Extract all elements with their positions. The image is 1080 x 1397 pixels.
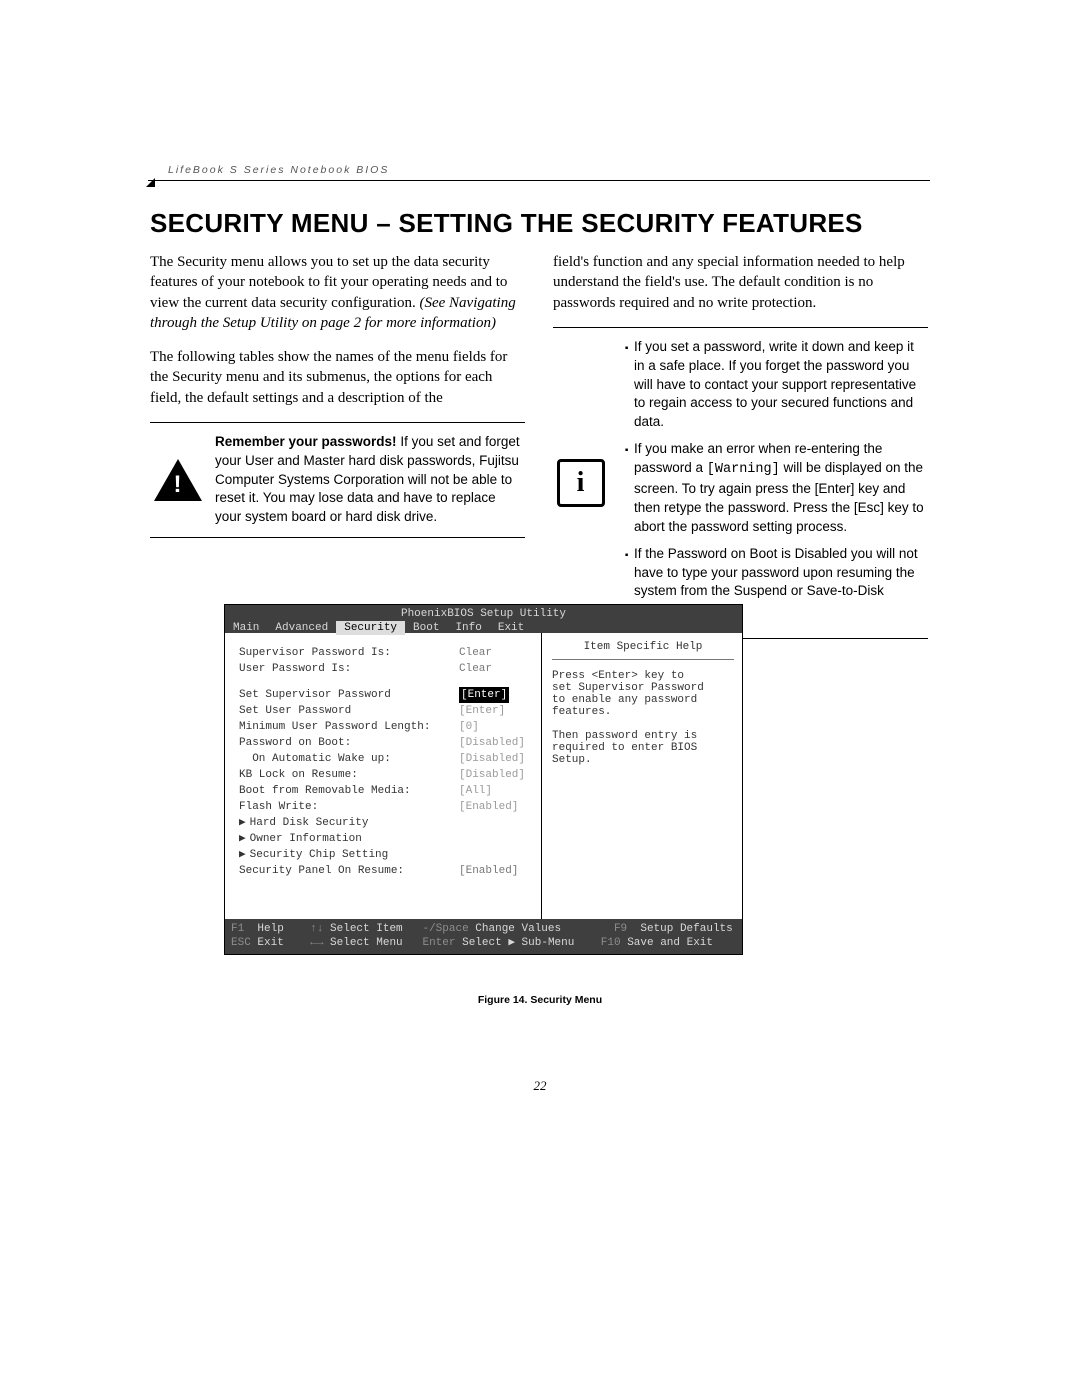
bios-row-label: Flash Write: — [239, 799, 459, 815]
bios-row-value: Clear — [459, 645, 492, 661]
bios-row-label: ▶Hard Disk Security — [239, 815, 459, 831]
bios-row-value: [Disabled] — [459, 767, 525, 783]
bios-row-label: Minimum User Password Length: — [239, 719, 459, 735]
bios-row-label: User Password Is: — [239, 661, 459, 677]
f-f9: F9 Setup Defaults — [614, 922, 733, 936]
bios-row: Flash Write:[Enabled] — [239, 799, 531, 815]
bios-row: Set User Password[Enter] — [239, 703, 531, 719]
f-select-item: ↑↓ Select Item — [310, 922, 422, 936]
bios-title: PhoenixBIOS Setup Utility — [225, 605, 742, 621]
bios-row-label: Set Supervisor Password — [239, 687, 459, 703]
f-select-menu: ←→ Select Menu — [310, 936, 422, 950]
bios-help-l7: required to enter BIOS — [552, 742, 734, 754]
bios-row-label: Password on Boot: — [239, 735, 459, 751]
bios-help-l5 — [552, 718, 734, 730]
bios-row: KB Lock on Resume:[Disabled] — [239, 767, 531, 783]
bios-row-label: Supervisor Password Is: — [239, 645, 459, 661]
intro-para-cont: field's function and any special informa… — [553, 252, 928, 313]
warning-callout: Remember your passwords! If you set and … — [150, 422, 525, 538]
bios-row-label: ▶Security Chip Setting — [239, 847, 459, 863]
bios-footer: F1 Help ↑↓ Select Item -/Space Change Va… — [225, 919, 742, 954]
bios-row-label: Security Panel On Resume: — [239, 863, 459, 879]
bios-row: Set Supervisor Password[Enter] — [239, 687, 531, 703]
bios-row: Password on Boot:[Disabled] — [239, 735, 531, 751]
bios-row: User Password Is:Clear — [239, 661, 531, 677]
bios-row: ▶Hard Disk Security — [239, 815, 531, 831]
warning-icon — [150, 433, 205, 527]
info-bullet-1: If you set a password, write it down and… — [634, 338, 928, 432]
bios-help-l2: set Supervisor Password — [552, 682, 734, 694]
info-icon: i — [553, 338, 608, 628]
bios-row: Minimum User Password Length:[0] — [239, 719, 531, 735]
bios-row-value: [Enter] — [459, 687, 509, 703]
warning-text: Remember your passwords! If you set and … — [215, 433, 525, 527]
bios-screenshot: PhoenixBIOS Setup Utility MainAdvancedSe… — [224, 604, 743, 955]
bios-main-panel: Supervisor Password Is:ClearUser Passwor… — [225, 633, 541, 919]
bios-help-l1: Press <Enter> key to — [552, 670, 734, 682]
bios-row: Security Panel On Resume:[Enabled] — [239, 863, 531, 879]
bios-row-value: [Enabled] — [459, 799, 518, 815]
bios-help-l6: Then password entry is — [552, 730, 734, 742]
bios-row-value: [Disabled] — [459, 735, 525, 751]
bios-row-label: On Automatic Wake up: — [239, 751, 459, 767]
f-f1: F1 Help — [231, 922, 310, 936]
bios-row: Boot from Removable Media:[All] — [239, 783, 531, 799]
bios-titlebar: PhoenixBIOS Setup Utility MainAdvancedSe… — [225, 605, 742, 633]
bios-row-value: Clear — [459, 661, 492, 677]
bios-help-l8: Setup. — [552, 754, 734, 766]
page-title: SECURITY MENU – SETTING THE SECURITY FEA… — [150, 208, 863, 239]
bios-row-value: [Enter] — [459, 703, 505, 719]
header-rule — [148, 180, 930, 181]
bios-help-header: Item Specific Help — [552, 641, 734, 660]
running-head: LifeBook S Series Notebook BIOS — [168, 164, 389, 176]
intro-para-2: The following tables show the names of t… — [150, 347, 525, 408]
info-bullet-2: If you make an error when re-entering th… — [634, 440, 928, 536]
f-change: -/Space Change Values — [422, 922, 613, 936]
warning-bold: Remember your passwords! — [215, 434, 397, 449]
bios-row: ▶Owner Information — [239, 831, 531, 847]
page-number: 22 — [0, 1078, 1080, 1094]
bios-row: Supervisor Password Is:Clear — [239, 645, 531, 661]
info-b2-code: [Warning] — [707, 462, 780, 477]
bios-row-value: [All] — [459, 783, 492, 799]
bios-row-label: Boot from Removable Media: — [239, 783, 459, 799]
bios-row-value: [Disabled] — [459, 751, 525, 767]
figure-caption: Figure 14. Security Menu — [0, 994, 1080, 1006]
f-enter: Enter Select ▶ Sub-Menu — [422, 936, 600, 950]
bios-row: On Automatic Wake up:[Disabled] — [239, 751, 531, 767]
bios-row-label: Set User Password — [239, 703, 459, 719]
bios-row-value: [Enabled] — [459, 863, 518, 879]
bios-help-l4: features. — [552, 706, 734, 718]
bios-help-panel: Item Specific Help Press <Enter> key to … — [541, 633, 742, 919]
f-f10: F10 Save and Exit — [601, 936, 713, 950]
intro-para-1: The Security menu allows you to set up t… — [150, 252, 525, 333]
info-callout: i If you set a password, write it down a… — [553, 327, 928, 639]
bios-row-label: KB Lock on Resume: — [239, 767, 459, 783]
bios-row-label: ▶Owner Information — [239, 831, 459, 847]
bios-row-value: [0] — [459, 719, 479, 735]
bios-row: ▶Security Chip Setting — [239, 847, 531, 863]
info-list: If you set a password, write it down and… — [618, 338, 928, 620]
f-esc: ESC Exit — [231, 936, 310, 950]
bios-help-l3: to enable any password — [552, 694, 734, 706]
